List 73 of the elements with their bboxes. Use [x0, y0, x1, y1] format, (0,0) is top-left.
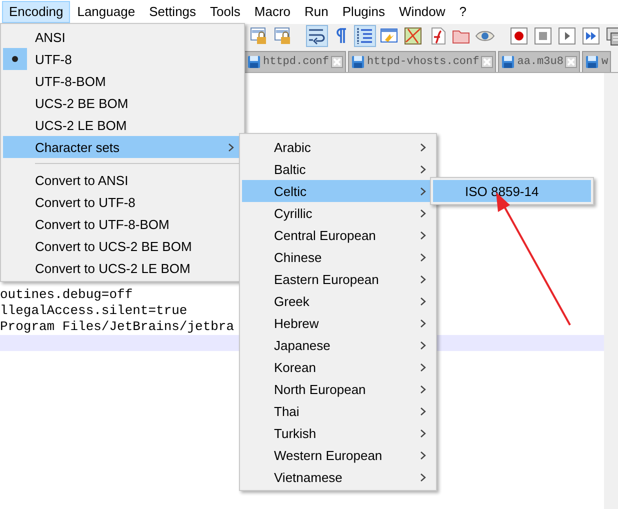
menu-item[interactable]: Eastern European	[242, 268, 434, 290]
menu-item[interactable]: North European	[242, 378, 434, 400]
menu-item[interactable]: Convert to UCS-2 BE BOM	[3, 235, 242, 257]
menu-item[interactable]: Macro	[247, 1, 298, 23]
toolbar-toggle[interactable]	[354, 25, 376, 47]
code-line: outines.debug=off	[0, 287, 133, 303]
code-line: Program Files/JetBrains/jetbra	[0, 319, 234, 335]
chevron-right-icon	[420, 406, 426, 416]
menu-item[interactable]: Plugins	[335, 1, 392, 23]
code-line: llegalAccess.silent=true	[0, 303, 188, 319]
menu-item[interactable]: Vietnamese	[242, 466, 434, 488]
chevron-right-icon	[420, 164, 426, 174]
menu-item[interactable]: Tools	[203, 1, 248, 23]
chevron-right-icon	[420, 340, 426, 350]
file-tab[interactable]: aa.m3u8	[498, 51, 580, 72]
chevron-right-icon	[420, 252, 426, 262]
file-tab[interactable]: httpd-vhosts.conf	[348, 51, 496, 72]
menu-item[interactable]: UTF-8-BOM	[3, 70, 242, 92]
lock-document-icon[interactable]	[273, 26, 293, 46]
chevron-right-icon	[228, 142, 234, 152]
stop-icon[interactable]	[533, 26, 553, 46]
menu-item[interactable]: Character sets	[3, 136, 242, 158]
menu-item[interactable]: ISO 8859-14	[433, 180, 591, 202]
menu-item[interactable]: Convert to ANSI	[3, 169, 242, 191]
menu-item[interactable]: Western European	[242, 444, 434, 466]
chevron-right-icon	[420, 230, 426, 240]
menu-item[interactable]: Thai	[242, 400, 434, 422]
menu-item[interactable]: Greek	[242, 290, 434, 312]
chevron-right-icon	[420, 274, 426, 284]
menu-item[interactable]: Convert to UTF-8-BOM	[3, 213, 242, 235]
menu-item[interactable]: Settings	[142, 1, 204, 23]
menu-item[interactable]: Convert to UCS-2 LE BOM	[3, 257, 242, 279]
menu-item[interactable]: Run	[298, 1, 336, 23]
menu-item[interactable]: Encoding	[2, 1, 70, 23]
menu-item[interactable]: Chinese	[242, 246, 434, 268]
menu-item[interactable]: UTF-8	[3, 48, 242, 70]
menu-item[interactable]: UCS-2 BE BOM	[3, 92, 242, 114]
close-icon[interactable]	[565, 56, 578, 68]
record-icon[interactable]	[509, 26, 529, 46]
menu-item[interactable]: Turkish	[242, 422, 434, 444]
file-tab[interactable]: httpd.conf	[244, 51, 346, 72]
close-icon[interactable]	[331, 56, 344, 68]
menu-item[interactable]: Cyrillic	[242, 202, 434, 224]
chevron-right-icon	[420, 428, 426, 438]
menu-item[interactable]: UCS-2 LE BOM	[3, 114, 242, 136]
close-icon[interactable]	[481, 56, 494, 68]
toolbar-toggle[interactable]	[306, 25, 328, 47]
menu-item[interactable]: Korean	[242, 356, 434, 378]
menu-item[interactable]: Arabic	[242, 136, 434, 158]
file-tab[interactable]: w	[582, 51, 612, 72]
fast-forward-icon[interactable]	[581, 26, 601, 46]
chevron-right-icon	[420, 450, 426, 460]
menu-item[interactable]: Central European	[242, 224, 434, 246]
word-wrap-icon	[307, 26, 327, 46]
indent-guide-icon	[355, 26, 375, 46]
menu-item[interactable]: Baltic	[242, 158, 434, 180]
chevron-right-icon	[420, 472, 426, 482]
document-map-icon[interactable]	[403, 26, 423, 46]
lock-document-icon[interactable]	[249, 26, 269, 46]
chevron-right-icon	[420, 142, 426, 152]
menu-item[interactable]: Japanese	[242, 334, 434, 356]
chevron-right-icon	[420, 362, 426, 372]
menu-item[interactable]: Window	[392, 1, 452, 23]
menu-item[interactable]: Convert to UTF-8	[3, 191, 242, 213]
chevron-right-icon	[420, 384, 426, 394]
chevron-right-icon	[420, 318, 426, 328]
menu-item[interactable]: ?	[452, 1, 474, 23]
menu-item[interactable]: Language	[70, 1, 142, 23]
chevron-right-icon	[420, 296, 426, 306]
chevron-right-icon	[420, 186, 426, 196]
menu-item[interactable]: Hebrew	[242, 312, 434, 334]
play-icon[interactable]	[557, 26, 577, 46]
chevron-right-icon	[420, 208, 426, 218]
